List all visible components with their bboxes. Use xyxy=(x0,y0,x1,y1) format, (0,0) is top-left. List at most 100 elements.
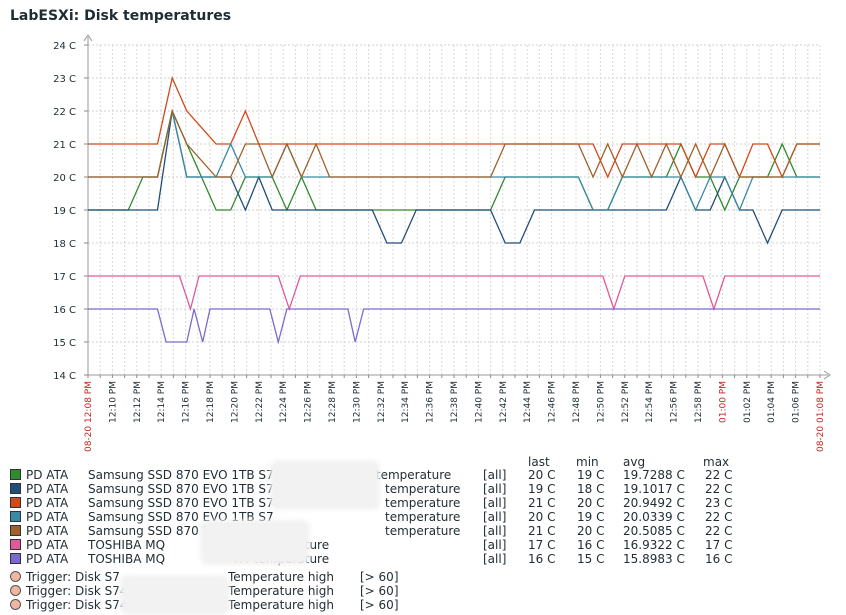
legend-header-min: min xyxy=(576,455,599,469)
trigger-value: [> 60] xyxy=(360,570,399,584)
legend-row: PD ATA Samsung SSD 870 EVO 1TB S7 temperat… xyxy=(10,510,840,524)
x-tick-label: 12:36 PM xyxy=(426,381,436,423)
y-tick-label: 21 C xyxy=(53,140,76,151)
legend-min: 20 C xyxy=(577,524,605,538)
legend-source: PD ATA xyxy=(26,510,69,524)
x-tick-label: 12:14 PM xyxy=(157,381,167,423)
x-start-label: 08-20 12:08 PM xyxy=(84,381,94,452)
legend-source: PD ATA xyxy=(26,524,69,538)
legend-last: 17 C xyxy=(528,538,556,552)
y-tick-label: 17 C xyxy=(53,272,76,283)
legend-last: 20 C xyxy=(528,510,556,524)
legend-item-suffix: temperature xyxy=(385,510,461,524)
legend-item-suffix: : temperature xyxy=(368,468,452,482)
legend-item-name: Samsung SSD 870 EVO 1TB S74 xyxy=(88,496,282,510)
series-line-6 xyxy=(88,275,820,312)
legend-max: 22 C xyxy=(705,468,733,482)
legend-min: 19 C xyxy=(577,510,605,524)
trigger-name: Trigger: Disk S7 xyxy=(26,570,120,584)
legend-swatch xyxy=(10,553,21,564)
trigger-value: [> 60] xyxy=(360,598,399,612)
x-tick-label: 12:32 PM xyxy=(377,381,387,423)
legend-max: 23 C xyxy=(705,496,733,510)
y-axis-labels: 14 C 15 C 16 C 17 C 18 C 19 C 20 C 21 C 22 C 23 C… xyxy=(53,41,76,382)
legend-avg: 15.8983 C xyxy=(623,552,685,566)
legend-avg: 19.1017 C xyxy=(623,482,685,496)
legend-function: [all] xyxy=(483,482,507,496)
legend-min: 16 C xyxy=(577,538,605,552)
legend-function: [all] xyxy=(483,468,507,482)
legend-item-suffix: temperature xyxy=(385,496,461,510)
trigger-dot xyxy=(10,585,21,596)
legend-function: [all] xyxy=(483,538,507,552)
legend-source: PD ATA xyxy=(26,552,69,566)
legend-source: PD ATA xyxy=(26,538,69,552)
legend-avg: 20.5085 C xyxy=(623,524,685,538)
legend-row: PD ATATOSHIBA MQX4 temperature[all]16 C1… xyxy=(10,552,840,566)
x-tick-label: 01:04 PM xyxy=(767,381,777,423)
chart-axes xyxy=(83,34,831,380)
y-tick-label: 18 C xyxy=(53,239,76,250)
x-tick-label: 12:42 PM xyxy=(499,381,509,423)
legend-item-name: Samsung SSD 870 EVO 1TB S74 xyxy=(88,482,282,496)
x-tick-label: 12:20 PM xyxy=(230,381,240,423)
legend-row: PD ATA Samsung SSD 870 EVO 1TB S7 : temper… xyxy=(10,468,840,482)
legend-last: 19 C xyxy=(528,482,556,496)
legend-max: 22 C xyxy=(705,524,733,538)
legend-max: 22 C xyxy=(705,510,733,524)
x-tick-label: 12:22 PM xyxy=(255,381,265,423)
x-tick-label: 01:06 PM xyxy=(792,381,802,423)
legend-avg: 19.7288 C xyxy=(623,468,685,482)
legend-max: 16 C xyxy=(705,552,733,566)
trigger-dot xyxy=(10,571,21,582)
legend-row: PD ATA Samsung SSD 870 EVO 1TB S74 tempera… xyxy=(10,496,840,510)
y-tick-label: 16 C xyxy=(53,305,76,316)
legend-row: PD ATA Samsung SSD 870 EVO 1TB S74 tempera… xyxy=(10,524,840,538)
x-tick-label: 12:48 PM xyxy=(572,381,582,423)
legend-swatch xyxy=(10,497,21,508)
legend-max: 22 C xyxy=(705,482,733,496)
x-tick-label: 12:34 PM xyxy=(401,381,411,423)
x-tick-label: 12:56 PM xyxy=(670,381,680,423)
trigger-dot xyxy=(10,599,21,610)
legend-item-name: TOSHIBA MQ xyxy=(88,538,166,552)
legend-function: [all] xyxy=(483,496,507,510)
redaction-patch xyxy=(200,520,310,565)
legend-swatch xyxy=(10,511,21,522)
legend-min: 15 C xyxy=(577,552,605,566)
legend-row: PD ATATOSHIBA MQX4 temperature[all]17 C1… xyxy=(10,538,840,552)
trigger-row: Trigger: Disk S7 Temperature high [> 60] xyxy=(10,570,510,584)
trigger-value: [> 60] xyxy=(360,584,399,598)
legend-swatch xyxy=(10,469,21,480)
x-tick-label: 12:38 PM xyxy=(450,381,460,423)
x-tick-label: 12:24 PM xyxy=(279,381,289,423)
legend-header-max: max xyxy=(703,455,730,469)
legend-source: PD ATA xyxy=(26,468,69,482)
trigger-suffix: Temperature high xyxy=(228,598,334,612)
legend-function: [all] xyxy=(483,552,507,566)
legend-min: 18 C xyxy=(577,482,605,496)
legend-row: PD ATA Samsung SSD 870 EVO 1TB S74 tempera… xyxy=(10,482,840,496)
legend-header-avg: avg xyxy=(623,455,646,469)
legend-item-name: Samsung SSD 870 EVO 1TB S7 xyxy=(88,468,274,482)
legend-last: 21 C xyxy=(528,524,556,538)
x-tick-label: 12:26 PM xyxy=(304,381,314,423)
y-tick-label: 24 C xyxy=(53,41,76,52)
legend-function: [all] xyxy=(483,524,507,538)
legend-avg: 16.9322 C xyxy=(623,538,685,552)
legend-source: PD ATA xyxy=(26,496,69,510)
y-tick-label: 20 C xyxy=(53,173,76,184)
x-tick-label: 12:12 PM xyxy=(133,381,143,423)
redaction-patch xyxy=(270,460,380,510)
x-tick-label: 01:02 PM xyxy=(743,381,753,423)
y-tick-label: 14 C xyxy=(53,371,76,382)
y-tick-label: 22 C xyxy=(53,107,76,118)
y-tick-label: 23 C xyxy=(53,74,76,85)
x-tick-label: 12:50 PM xyxy=(596,381,606,423)
x-tick-label: 12:10 PM xyxy=(108,381,118,423)
x-end-label: 08-20 01:08 PM xyxy=(816,381,826,452)
x-axis-labels: 08-20 12:08 PM 12:10 PM 12:12 PM 12:14 PM 12… xyxy=(84,381,826,452)
x-tick-label: 12:16 PM xyxy=(182,381,192,423)
legend-swatch xyxy=(10,483,21,494)
x-tick-label: 12:28 PM xyxy=(328,381,338,423)
